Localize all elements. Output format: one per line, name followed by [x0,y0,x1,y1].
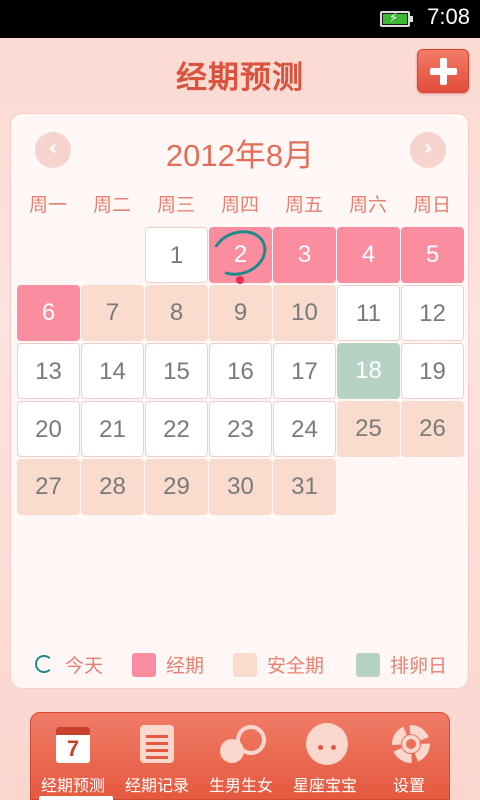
selected-indicator [39,796,113,800]
calendar-day[interactable]: 22 [145,401,208,457]
calendar-day[interactable]: 5 [401,227,464,283]
calendar-day[interactable]: 26 [401,401,464,457]
period-swatch [132,653,156,677]
calendar-day[interactable]: 25 [337,401,400,457]
calendar-icon-day: 7 [66,736,80,761]
calendar-day[interactable]: 31 [273,459,336,515]
calendar-day[interactable]: 20 [17,401,80,457]
add-button[interactable] [417,49,469,93]
calendar-day[interactable]: 17 [273,343,336,399]
calendar-day[interactable]: 6 [17,285,80,341]
calendar-day[interactable]: 9 [209,285,272,341]
calendar-day[interactable]: 27 [17,459,80,515]
ovulation-swatch [356,653,380,677]
calendar-day[interactable]: 11 [337,285,400,341]
calendar-day[interactable]: 18 [337,343,400,399]
safe-swatch [233,653,257,677]
weekday-label: 周六 [348,194,387,216]
tab-period-record[interactable]: 经期记录 [115,713,199,800]
legend-safe-label: 安全期 [267,655,325,677]
status-bar: ⚡ 7:08 [0,0,480,38]
calendar-day[interactable]: 30 [209,459,272,515]
next-month-button[interactable]: › [410,132,446,168]
calendar-day[interactable]: 7 [81,285,144,341]
tab-gender-prediction[interactable]: 生男生女 [199,713,283,800]
weekday-label: 周日 [412,194,451,216]
legend-period-label: 经期 [166,655,205,677]
tab-label: 星座宝宝 [292,776,357,795]
today-ring-icon [35,655,53,673]
calendar-day[interactable]: 28 [81,459,144,515]
battery-charging-icon: ⚡ [380,11,413,27]
calendar-day[interactable]: 29 [145,459,208,515]
calendar-day[interactable]: 10 [273,285,336,341]
calendar-day[interactable]: 3 [273,227,336,283]
legend-ovulation-label: 排卵日 [390,655,448,677]
weekday-label: 周三 [156,194,195,216]
calendar-day[interactable]: 16 [209,343,272,399]
calendar-icon: 7 [52,721,94,767]
calendar-day[interactable]: 19 [401,343,464,399]
calendar-day[interactable]: 12 [401,285,464,341]
tab-label: 设置 [392,776,425,795]
weekday-label: 周五 [284,194,323,216]
chevron-right-icon: › [423,136,433,161]
calendar-day[interactable]: 21 [81,401,144,457]
calendar-day[interactable]: 14 [81,343,144,399]
weekday-label: 周一 [28,194,67,216]
calendar-day[interactable]: 8 [145,285,208,341]
calendar-day[interactable]: 23 [209,401,272,457]
gear-icon [388,721,430,767]
notepad-icon [136,721,178,767]
tab-label: 生男生女 [208,776,273,795]
tab-settings[interactable]: 设置 [367,713,451,800]
legend-today: 今天 [35,653,103,679]
tab-period-prediction[interactable]: 7 经期预测 [31,713,115,800]
calendar-day[interactable]: 15 [145,343,208,399]
weekday-label: 周二 [92,194,131,216]
two-circles-icon [220,721,266,767]
today-dot-marker [236,276,244,284]
page-title: 经期预测 [176,60,304,96]
bottom-tab-bar: 7 经期预测 经期记录 生男生女 星座宝宝 设置 [30,712,450,800]
weekday-label: 周四 [220,194,259,216]
tab-label: 经期记录 [124,776,189,795]
baby-face-icon [304,721,348,767]
legend-safe: 安全期 [233,653,324,679]
legend-today-label: 今天 [65,655,104,677]
tab-zodiac-baby[interactable]: 星座宝宝 [283,713,367,800]
calendar-day[interactable]: 13 [17,343,80,399]
legend-ovulation: 排卵日 [356,653,447,679]
calendar-day[interactable]: 24 [273,401,336,457]
status-time: 7:08 [427,4,470,29]
month-title: 2012年8月 [165,138,315,173]
calendar-day[interactable]: 1 [145,227,208,283]
calendar-day[interactable]: 4 [337,227,400,283]
tab-label: 经期预测 [40,776,105,795]
legend-period: 经期 [132,653,204,679]
